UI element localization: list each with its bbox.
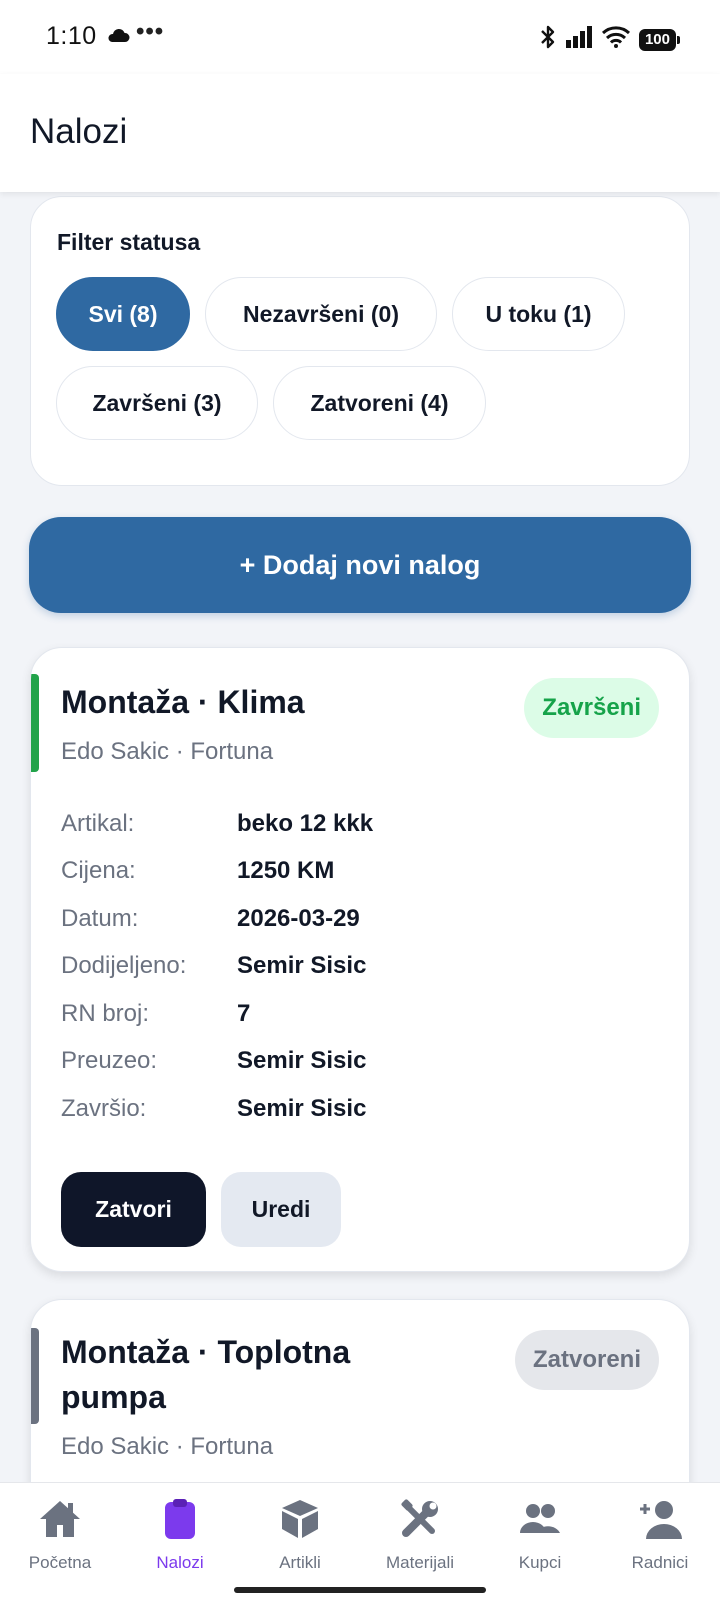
home-icon [38,1497,82,1541]
detail-value: 1250 KM [237,857,335,885]
box-icon [278,1497,322,1541]
detail-value: 7 [237,999,251,1027]
nav-item-workers[interactable]: Radnici [600,1483,720,1583]
nav-label: Početna [28,1553,92,1572]
detail-value: Semir Sisic [237,1094,367,1122]
cloud-icon [106,27,130,48]
detail-row-article: Artikal: beko 12 kkk [61,800,373,848]
users-icon [518,1497,562,1541]
nav-label: Radnici [631,1553,689,1572]
more-notifications-icon: ••• [136,18,165,45]
signal-icon [565,26,593,53]
nav-item-articles[interactable]: Artikli [240,1483,360,1583]
detail-label: Datum: [61,904,139,932]
add-user-icon [638,1497,682,1541]
detail-label: Dodijeljeno: [61,952,187,980]
detail-row-assigned: Dodijeljeno: Semir Sisic [61,943,373,991]
status-icons: 100 [539,24,681,55]
status-badge: Završeni [524,678,659,738]
edit-order-button[interactable]: Uredi [221,1172,341,1247]
nav-label: Artikli [279,1553,321,1572]
order-title-line: Montaža · Toplotna [61,1334,351,1370]
close-order-button[interactable]: Zatvori [61,1172,206,1247]
detail-row-taken-by: Preuzeo: Semir Sisic [61,1038,373,1086]
app-header: Nalozi [0,74,720,192]
detail-value: Semir Sisic [237,1047,367,1075]
detail-value: beko 12 kkk [237,809,374,837]
nav-label: Kupci [518,1553,562,1572]
order-details: Artikal: beko 12 kkk Cijena: 1250 KM Dat… [61,800,373,1133]
nav-item-home[interactable]: Početna [0,1483,120,1583]
battery-icon: 100 [638,28,681,51]
detail-label: Završio: [61,1094,147,1122]
status-time: 1:10 [46,22,97,50]
add-order-button[interactable]: + Dodaj novi nalog [29,517,691,613]
detail-label: Artikal: [61,809,135,837]
nav-item-customers[interactable]: Kupci [480,1483,600,1583]
detail-label: Cijena: [61,857,136,885]
detail-row-finished-by: Završio: Semir Sisic [61,1085,373,1133]
home-indicator[interactable] [234,1587,486,1593]
bluetooth-icon [539,24,557,55]
status-accent-bar [31,674,39,772]
filter-chip-unfinished[interactable]: Nezavršeni (0) [205,277,437,351]
detail-value: Semir Sisic [237,952,367,980]
status-filter-card: Filter statusa Svi (8) Nezavršeni (0) U … [30,196,690,486]
detail-row-work-order-number: RN broj: 7 [61,990,373,1038]
order-card[interactable]: Montaža · Klima Edo Sakic · Fortuna Zavr… [30,647,690,1272]
wifi-icon [601,26,631,53]
order-title: Montaža · Toplotna pumpa [61,1330,350,1420]
tools-icon [398,1497,442,1541]
bottom-navigation: Početna Nalozi Artikli Materijali Kupci … [0,1482,720,1600]
filter-chip-in-progress[interactable]: U toku (1) [452,277,625,351]
nav-item-orders[interactable]: Nalozi [120,1483,240,1583]
detail-label: Preuzeo: [61,1047,158,1075]
filter-chip-closed[interactable]: Zatvoreni (4) [273,366,486,440]
nav-label: Nalozi [156,1553,204,1572]
status-bar: 1:10 ••• 100 [0,0,720,74]
detail-row-price: Cijena: 1250 KM [61,848,373,896]
filter-title: Filter statusa [57,229,201,255]
detail-row-date: Datum: 2026-03-29 [61,895,373,943]
nav-label: Materijali [385,1553,455,1572]
order-title: Montaža · Klima [61,684,305,720]
filter-chip-finished[interactable]: Završeni (3) [56,366,258,440]
status-accent-bar [31,1328,39,1424]
filter-chip-all[interactable]: Svi (8) [56,277,190,351]
clipboard-icon [158,1497,202,1541]
detail-label: RN broj: [61,999,150,1027]
page-title: Nalozi [30,112,128,151]
order-subtitle: Edo Sakic · Fortuna [61,738,274,765]
nav-item-materials[interactable]: Materijali [360,1483,480,1583]
order-title-line: pumpa [61,1379,166,1415]
order-subtitle: Edo Sakic · Fortuna [61,1433,274,1460]
detail-value: 2026-03-29 [237,904,360,932]
status-badge: Zatvoreni [514,1330,659,1390]
